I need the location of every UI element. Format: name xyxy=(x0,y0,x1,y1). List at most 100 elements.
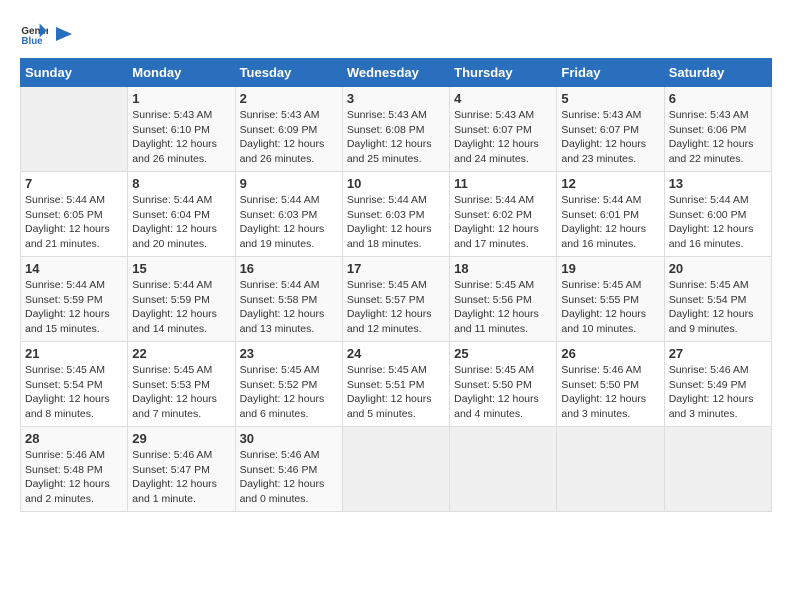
day-number: 4 xyxy=(454,91,552,106)
calendar-table: SundayMondayTuesdayWednesdayThursdayFrid… xyxy=(20,58,772,512)
day-number: 25 xyxy=(454,346,552,361)
day-number: 9 xyxy=(240,176,338,191)
day-number: 24 xyxy=(347,346,445,361)
day-number: 5 xyxy=(561,91,659,106)
day-number: 15 xyxy=(132,261,230,276)
day-info: Sunrise: 5:45 AMSunset: 5:54 PMDaylight:… xyxy=(669,278,767,337)
day-info: Sunrise: 5:43 AMSunset: 6:06 PMDaylight:… xyxy=(669,108,767,167)
day-number: 11 xyxy=(454,176,552,191)
calendar-cell: 21 Sunrise: 5:45 AMSunset: 5:54 PMDayligh… xyxy=(21,342,128,427)
calendar-cell xyxy=(450,427,557,512)
calendar-cell: 2 Sunrise: 5:43 AMSunset: 6:09 PMDaylight… xyxy=(235,87,342,172)
day-info: Sunrise: 5:44 AMSunset: 6:02 PMDaylight:… xyxy=(454,193,552,252)
logo: General Blue xyxy=(20,20,74,48)
header: General Blue xyxy=(20,20,772,48)
day-info: Sunrise: 5:45 AMSunset: 5:50 PMDaylight:… xyxy=(454,363,552,422)
weekday-header-saturday: Saturday xyxy=(664,59,771,87)
calendar-body: 1Sunrise: 5:43 AMSunset: 6:10 PMDaylight… xyxy=(21,87,772,512)
day-number: 18 xyxy=(454,261,552,276)
svg-text:Blue: Blue xyxy=(21,36,43,47)
day-info: Sunrise: 5:46 AMSunset: 5:50 PMDaylight:… xyxy=(561,363,659,422)
day-info: Sunrise: 5:44 AMSunset: 5:59 PMDaylight:… xyxy=(25,278,123,337)
calendar-week-row: 28Sunrise: 5:46 AMSunset: 5:48 PMDayligh… xyxy=(21,427,772,512)
calendar-cell: 24 Sunrise: 5:45 AMSunset: 5:51 PMDayligh… xyxy=(342,342,449,427)
day-info: Sunrise: 5:46 AMSunset: 5:48 PMDaylight:… xyxy=(25,448,123,507)
day-number: 7 xyxy=(25,176,123,191)
day-number: 17 xyxy=(347,261,445,276)
calendar-cell: 20 Sunrise: 5:45 AMSunset: 5:54 PMDayligh… xyxy=(664,257,771,342)
day-number: 3 xyxy=(347,91,445,106)
calendar-cell: 17 Sunrise: 5:45 AMSunset: 5:57 PMDayligh… xyxy=(342,257,449,342)
calendar-cell: 10Sunrise: 5:44 AMSunset: 6:03 PMDayligh… xyxy=(342,172,449,257)
day-info: Sunrise: 5:44 AMSunset: 6:03 PMDaylight:… xyxy=(347,193,445,252)
calendar-cell: 25 Sunrise: 5:45 AMSunset: 5:50 PMDayligh… xyxy=(450,342,557,427)
calendar-cell: 27Sunrise: 5:46 AMSunset: 5:49 PMDayligh… xyxy=(664,342,771,427)
calendar-cell: 1Sunrise: 5:43 AMSunset: 6:10 PMDaylight… xyxy=(128,87,235,172)
day-info: Sunrise: 5:45 AMSunset: 5:54 PMDaylight:… xyxy=(25,363,123,422)
calendar-cell: 3 Sunrise: 5:43 AMSunset: 6:08 PMDaylight… xyxy=(342,87,449,172)
day-number: 27 xyxy=(669,346,767,361)
calendar-week-row: 14 Sunrise: 5:44 AMSunset: 5:59 PMDayligh… xyxy=(21,257,772,342)
day-info: Sunrise: 5:43 AMSunset: 6:07 PMDaylight:… xyxy=(454,108,552,167)
day-info: Sunrise: 5:45 AMSunset: 5:53 PMDaylight:… xyxy=(132,363,230,422)
calendar-cell: 26Sunrise: 5:46 AMSunset: 5:50 PMDayligh… xyxy=(557,342,664,427)
day-info: Sunrise: 5:44 AMSunset: 6:05 PMDaylight:… xyxy=(25,193,123,252)
day-info: Sunrise: 5:43 AMSunset: 6:07 PMDaylight:… xyxy=(561,108,659,167)
day-number: 8 xyxy=(132,176,230,191)
calendar-cell: 6Sunrise: 5:43 AMSunset: 6:06 PMDaylight… xyxy=(664,87,771,172)
calendar-week-row: 21 Sunrise: 5:45 AMSunset: 5:54 PMDayligh… xyxy=(21,342,772,427)
day-number: 21 xyxy=(25,346,123,361)
calendar-cell: 9 Sunrise: 5:44 AMSunset: 6:03 PMDaylight… xyxy=(235,172,342,257)
day-info: Sunrise: 5:44 AMSunset: 6:01 PMDaylight:… xyxy=(561,193,659,252)
logo-icon: General Blue xyxy=(20,20,48,48)
weekday-header-wednesday: Wednesday xyxy=(342,59,449,87)
day-info: Sunrise: 5:44 AMSunset: 6:03 PMDaylight:… xyxy=(240,193,338,252)
calendar-cell xyxy=(21,87,128,172)
day-info: Sunrise: 5:45 AMSunset: 5:51 PMDaylight:… xyxy=(347,363,445,422)
calendar-cell: 29Sunrise: 5:46 AMSunset: 5:47 PMDayligh… xyxy=(128,427,235,512)
day-info: Sunrise: 5:44 AMSunset: 6:00 PMDaylight:… xyxy=(669,193,767,252)
day-number: 30 xyxy=(240,431,338,446)
day-number: 22 xyxy=(132,346,230,361)
day-number: 20 xyxy=(669,261,767,276)
day-info: Sunrise: 5:45 AMSunset: 5:55 PMDaylight:… xyxy=(561,278,659,337)
weekday-header-sunday: Sunday xyxy=(21,59,128,87)
day-number: 23 xyxy=(240,346,338,361)
day-info: Sunrise: 5:45 AMSunset: 5:52 PMDaylight:… xyxy=(240,363,338,422)
logo-arrow-icon xyxy=(52,25,74,43)
calendar-cell: 4 Sunrise: 5:43 AMSunset: 6:07 PMDaylight… xyxy=(450,87,557,172)
calendar-cell: 19 Sunrise: 5:45 AMSunset: 5:55 PMDayligh… xyxy=(557,257,664,342)
weekday-header-friday: Friday xyxy=(557,59,664,87)
day-number: 19 xyxy=(561,261,659,276)
day-info: Sunrise: 5:46 AMSunset: 5:46 PMDaylight:… xyxy=(240,448,338,507)
day-info: Sunrise: 5:45 AMSunset: 5:56 PMDaylight:… xyxy=(454,278,552,337)
calendar-cell: 18 Sunrise: 5:45 AMSunset: 5:56 PMDayligh… xyxy=(450,257,557,342)
calendar-cell: 23 Sunrise: 5:45 AMSunset: 5:52 PMDayligh… xyxy=(235,342,342,427)
calendar-cell xyxy=(342,427,449,512)
day-number: 2 xyxy=(240,91,338,106)
day-info: Sunrise: 5:45 AMSunset: 5:57 PMDaylight:… xyxy=(347,278,445,337)
calendar-cell xyxy=(664,427,771,512)
weekday-header-monday: Monday xyxy=(128,59,235,87)
day-number: 1 xyxy=(132,91,230,106)
calendar-cell: 28Sunrise: 5:46 AMSunset: 5:48 PMDayligh… xyxy=(21,427,128,512)
day-info: Sunrise: 5:44 AMSunset: 6:04 PMDaylight:… xyxy=(132,193,230,252)
day-info: Sunrise: 5:43 AMSunset: 6:09 PMDaylight:… xyxy=(240,108,338,167)
calendar-cell: 30 Sunrise: 5:46 AMSunset: 5:46 PMDayligh… xyxy=(235,427,342,512)
day-number: 14 xyxy=(25,261,123,276)
calendar-cell: 15 Sunrise: 5:44 AMSunset: 5:59 PMDayligh… xyxy=(128,257,235,342)
day-number: 12 xyxy=(561,176,659,191)
day-info: Sunrise: 5:44 AMSunset: 5:58 PMDaylight:… xyxy=(240,278,338,337)
calendar-cell: 11 Sunrise: 5:44 AMSunset: 6:02 PMDayligh… xyxy=(450,172,557,257)
calendar-cell: 12 Sunrise: 5:44 AMSunset: 6:01 PMDayligh… xyxy=(557,172,664,257)
day-info: Sunrise: 5:44 AMSunset: 5:59 PMDaylight:… xyxy=(132,278,230,337)
calendar-cell: 16 Sunrise: 5:44 AMSunset: 5:58 PMDayligh… xyxy=(235,257,342,342)
day-number: 13 xyxy=(669,176,767,191)
calendar-cell: 22 Sunrise: 5:45 AMSunset: 5:53 PMDayligh… xyxy=(128,342,235,427)
day-number: 16 xyxy=(240,261,338,276)
day-info: Sunrise: 5:43 AMSunset: 6:08 PMDaylight:… xyxy=(347,108,445,167)
weekday-header-row: SundayMondayTuesdayWednesdayThursdayFrid… xyxy=(21,59,772,87)
calendar-cell: 5 Sunrise: 5:43 AMSunset: 6:07 PMDaylight… xyxy=(557,87,664,172)
weekday-header-tuesday: Tuesday xyxy=(235,59,342,87)
calendar-header: SundayMondayTuesdayWednesdayThursdayFrid… xyxy=(21,59,772,87)
